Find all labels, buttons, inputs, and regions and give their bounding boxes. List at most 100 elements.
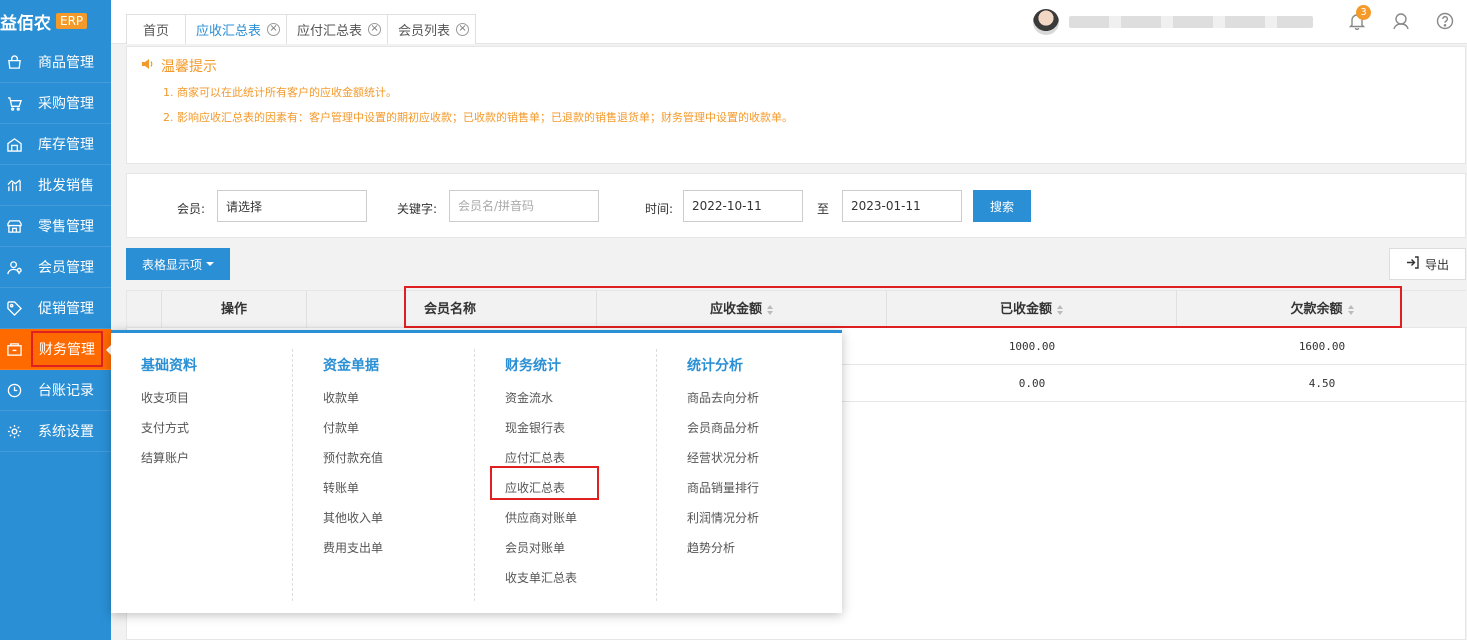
member-label: 会员: <box>177 202 206 216</box>
tab-bar: 首页 应收汇总表 × 应付汇总表 × 会员列表 × <box>126 14 477 44</box>
menu-item[interactable]: 应付汇总表 <box>505 449 565 466</box>
menu-item[interactable]: 会员对账单 <box>505 539 565 556</box>
logo[interactable]: 益佰农 ERP <box>0 0 111 42</box>
sidebar: 益佰农 ERP 商品管理 采购管理 库存管理 批发销售 零售管理 会员管理 促销… <box>0 0 113 640</box>
notification-button[interactable]: 3 <box>1335 0 1379 44</box>
tab-payable-summary[interactable]: 应付汇总表 × <box>286 14 389 44</box>
menu-column-documents: 资金单据 收款单 付款单 预付款充值 转账单 其他收入单 费用支出单 <box>293 349 475 601</box>
menu-item[interactable]: 转账单 <box>323 479 359 496</box>
member-select[interactable] <box>217 190 367 222</box>
logo-badge: ERP <box>56 13 88 29</box>
menu-item[interactable]: 商品销量排行 <box>687 479 759 496</box>
menu-item[interactable]: 会员商品分析 <box>687 419 759 436</box>
close-icon[interactable]: × <box>368 23 382 36</box>
record-icon <box>5 381 23 399</box>
sidebar-item-label: 系统设置 <box>38 424 94 440</box>
sidebar-item-settings[interactable]: 系统设置 <box>0 411 111 452</box>
warehouse-icon <box>5 135 23 153</box>
chart-icon <box>5 176 23 194</box>
sidebar-item-member[interactable]: 会员管理 <box>0 247 111 288</box>
bag-icon <box>5 53 23 71</box>
column-display-label: 表格显示项 <box>141 257 202 272</box>
header-checkbox-col <box>127 291 162 328</box>
tab-home[interactable]: 首页 <box>126 14 187 44</box>
cell-balance: 1600.00 <box>1298 340 1346 353</box>
menu-item[interactable]: 收支单汇总表 <box>505 569 577 586</box>
tips-title-text: 温馨提示 <box>161 59 217 75</box>
help-button[interactable] <box>1423 0 1467 44</box>
tag-icon <box>5 299 23 317</box>
menu-item[interactable]: 供应商对账单 <box>505 509 577 526</box>
top-bar: 首页 应收汇总表 × 应付汇总表 × 会员列表 × 3 <box>111 0 1467 44</box>
sidebar-item-ledger[interactable]: 台账记录 <box>0 370 111 411</box>
user-name-blurred[interactable] <box>1069 16 1313 28</box>
column-display-button[interactable]: 表格显示项 <box>126 248 230 280</box>
close-icon[interactable]: × <box>267 23 281 36</box>
tab-receivable-summary[interactable]: 应收汇总表 × <box>185 14 288 44</box>
menu-item[interactable]: 收支项目 <box>141 389 189 406</box>
sidebar-item-label: 财务管理 <box>31 331 103 367</box>
user-icon <box>1392 12 1410 33</box>
highlight-header-box <box>404 286 1402 328</box>
cart-icon <box>5 94 23 112</box>
export-button[interactable]: 导出 <box>1389 248 1466 280</box>
sidebar-item-inventory[interactable]: 库存管理 <box>0 124 111 165</box>
highlight-menu-item-box <box>490 466 599 500</box>
close-icon[interactable]: × <box>456 23 470 36</box>
sidebar-item-label: 商品管理 <box>38 55 94 71</box>
tip-line-2: 2. 影响应收汇总表的因素有：客户管理中设置的期初应收款；已收款的销售单；已退款… <box>163 111 793 124</box>
store-icon <box>5 217 23 235</box>
menu-item[interactable]: 支付方式 <box>141 419 189 436</box>
speaker-icon <box>141 57 161 75</box>
keyword-input[interactable] <box>449 190 599 222</box>
header-action: 操作 <box>162 291 307 328</box>
menu-item[interactable]: 收款单 <box>323 389 359 406</box>
user-center-button[interactable] <box>1379 0 1423 44</box>
caret-down-icon <box>206 262 214 266</box>
tab-label: 首页 <box>143 24 170 39</box>
tip-line-1: 1. 商家可以在此统计所有客户的应收金额统计。 <box>163 86 397 99</box>
tips-panel: 温馨提示 1. 商家可以在此统计所有客户的应收金额统计。 2. 影响应收汇总表的… <box>126 46 1466 164</box>
help-icon <box>1436 12 1454 33</box>
menu-column-title: 财务统计 <box>505 358 561 374</box>
date-to-input[interactable] <box>842 190 962 222</box>
search-button[interactable]: 搜索 <box>973 190 1031 222</box>
tab-label: 应付汇总表 <box>297 24 363 39</box>
sidebar-item-retail[interactable]: 零售管理 <box>0 206 111 247</box>
avatar[interactable] <box>1033 9 1059 35</box>
menu-item[interactable]: 趋势分析 <box>687 539 735 556</box>
to-label: 至 <box>817 202 830 216</box>
cell-received: 0.00 <box>1018 377 1046 390</box>
gear-icon <box>5 422 23 440</box>
menu-item[interactable]: 预付款充值 <box>323 449 383 466</box>
menu-item[interactable]: 其他收入单 <box>323 509 383 526</box>
sidebar-item-goods[interactable]: 商品管理 <box>0 42 111 83</box>
menu-item[interactable]: 资金流水 <box>505 389 553 406</box>
menu-item[interactable]: 商品去向分析 <box>687 389 759 406</box>
sidebar-item-wholesale[interactable]: 批发销售 <box>0 165 111 206</box>
sidebar-item-label: 促销管理 <box>38 301 94 317</box>
menu-column-title: 资金单据 <box>323 358 379 374</box>
header-actions: 3 <box>1033 0 1467 44</box>
menu-item[interactable]: 费用支出单 <box>323 539 383 556</box>
sidebar-item-label: 零售管理 <box>38 219 94 235</box>
date-from-input[interactable] <box>683 190 803 222</box>
menu-item[interactable]: 经营状况分析 <box>687 449 759 466</box>
sidebar-item-label: 会员管理 <box>38 260 94 276</box>
menu-column-title: 统计分析 <box>687 358 743 374</box>
menu-item[interactable]: 现金银行表 <box>505 419 565 436</box>
tab-member-list[interactable]: 会员列表 × <box>387 14 477 44</box>
tips-title: 温馨提示 <box>141 56 217 76</box>
menu-item[interactable]: 利润情况分析 <box>687 509 759 526</box>
sidebar-item-finance[interactable]: 财务管理 <box>0 329 113 370</box>
menu-column-title: 基础资料 <box>141 358 197 374</box>
sidebar-item-label: 库存管理 <box>38 137 94 153</box>
menu-column-analysis: 统计分析 商品去向分析 会员商品分析 经营状况分析 商品销量排行 利润情况分析 … <box>657 349 839 601</box>
keyword-label: 关键字: <box>397 202 438 216</box>
sidebar-item-promotion[interactable]: 促销管理 <box>0 288 111 329</box>
menu-item[interactable]: 结算账户 <box>141 449 189 466</box>
member-icon <box>5 258 23 276</box>
menu-item[interactable]: 付款单 <box>323 419 359 436</box>
sidebar-item-purchase[interactable]: 采购管理 <box>0 83 111 124</box>
finance-icon <box>5 340 23 358</box>
